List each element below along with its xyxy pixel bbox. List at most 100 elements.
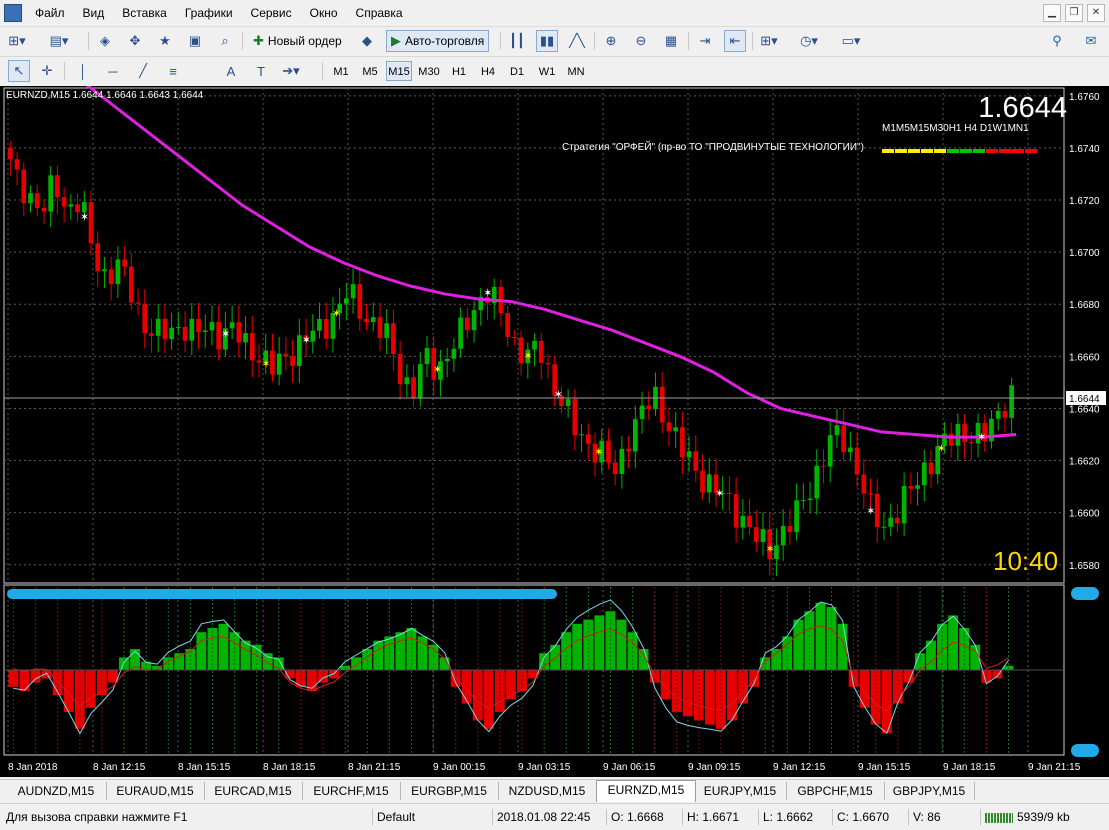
close-icon[interactable]: ✕ bbox=[1087, 4, 1105, 22]
candle-body bbox=[28, 193, 33, 204]
horizontal-line-icon[interactable]: ─ bbox=[102, 60, 124, 82]
tile-windows-icon[interactable]: ▦ bbox=[660, 30, 682, 52]
candle-body bbox=[619, 448, 625, 474]
menu-charts[interactable]: Графики bbox=[176, 0, 242, 26]
candle-body bbox=[807, 498, 813, 501]
tab-eurgbp[interactable]: EURGBP,M15 bbox=[400, 782, 499, 800]
signal-star-icon: ✶ bbox=[483, 286, 492, 299]
timeframe-mn[interactable]: MN bbox=[563, 61, 589, 81]
periods-icon[interactable]: ◷▾ bbox=[798, 30, 820, 52]
text-label-icon[interactable]: T bbox=[250, 60, 272, 82]
menu-tools[interactable]: Сервис bbox=[242, 0, 301, 26]
chart-shift-icon[interactable]: ⇤ bbox=[724, 30, 746, 52]
new-order-label: Новый ордер bbox=[267, 34, 342, 48]
redacted-indicator-label bbox=[7, 589, 557, 599]
tab-gbpchf[interactable]: GBPCHF,M15 bbox=[786, 782, 885, 800]
candle-body bbox=[1002, 410, 1008, 418]
auto-trading-button[interactable]: ▶ Авто-торговля bbox=[386, 30, 490, 52]
auto-trading-label: Авто-торговля bbox=[405, 34, 485, 48]
new-chart-icon[interactable]: ⊞▾ bbox=[6, 30, 28, 52]
metaeditor-icon[interactable]: ◆ bbox=[356, 30, 378, 52]
timeframe-m30[interactable]: M30 bbox=[416, 61, 442, 81]
templates-icon[interactable]: ▭▾ bbox=[840, 30, 862, 52]
menu-window[interactable]: Окно bbox=[301, 0, 347, 26]
oscillator-bar bbox=[19, 670, 30, 691]
candle-body bbox=[357, 284, 363, 319]
fibonacci-icon[interactable]: ≡ bbox=[162, 60, 184, 82]
vertical-line-icon[interactable]: │ bbox=[72, 60, 94, 82]
candle-body bbox=[780, 526, 786, 546]
strategy-signal-segment bbox=[973, 149, 985, 153]
strategy-tester-icon[interactable]: ⌕ bbox=[214, 30, 236, 52]
menu-view[interactable]: Вид bbox=[74, 0, 114, 26]
tab-euraud[interactable]: EURAUD,M15 bbox=[106, 782, 205, 800]
zoom-in-icon[interactable]: ⊕ bbox=[600, 30, 622, 52]
tab-eurjpy[interactable]: EURJPY,M15 bbox=[694, 782, 787, 800]
text-icon[interactable]: A bbox=[220, 60, 242, 82]
trendline-icon[interactable]: ╱ bbox=[132, 60, 154, 82]
crosshair-icon[interactable]: ✛ bbox=[36, 60, 58, 82]
candle-body bbox=[48, 175, 54, 212]
indicators-icon[interactable]: ⊞▾ bbox=[758, 30, 780, 52]
zoom-out-icon[interactable]: ⊖ bbox=[630, 30, 652, 52]
auto-scroll-icon[interactable]: ⇥ bbox=[694, 30, 716, 52]
profiles-icon[interactable]: ▤▾ bbox=[48, 30, 70, 52]
arrows-icon[interactable]: ➔▾ bbox=[280, 60, 302, 82]
bar-chart-icon[interactable]: ┃┃ bbox=[506, 30, 528, 52]
tab-eurcad[interactable]: EURCAD,M15 bbox=[204, 782, 303, 800]
status-help: Для вызова справки нажмите F1 bbox=[6, 810, 188, 824]
candle-body bbox=[162, 318, 168, 340]
tab-eurchf[interactable]: EURCHF,M15 bbox=[302, 782, 401, 800]
oscillator-bar bbox=[41, 670, 52, 679]
x-tick-label: 8 Jan 18:15 bbox=[263, 762, 316, 773]
menu-help[interactable]: Справка bbox=[347, 0, 412, 26]
chart-window[interactable]: 1.6760 1.6740 1.6720 1.6700 1.6680 1.6660 1.66… bbox=[0, 86, 1109, 777]
menu-file[interactable]: Файл bbox=[26, 0, 74, 26]
timeframe-m5[interactable]: M5 bbox=[357, 61, 383, 81]
restore-icon[interactable]: ❐ bbox=[1065, 4, 1083, 22]
oscillator-bar bbox=[373, 640, 384, 670]
tab-nzdusd[interactable]: NZDUSD,M15 bbox=[498, 782, 597, 800]
candle-body bbox=[861, 474, 867, 494]
oscillator-bar bbox=[550, 644, 561, 670]
timeframe-m1[interactable]: M1 bbox=[328, 61, 354, 81]
candle-body bbox=[209, 321, 215, 331]
candlestick-chart-icon[interactable]: ▮▮ bbox=[536, 30, 558, 52]
candle-body bbox=[659, 386, 665, 423]
terminal-icon[interactable]: ▣ bbox=[184, 30, 206, 52]
tab-eurnzd[interactable]: EURNZD,M15 bbox=[596, 780, 696, 802]
candle-body bbox=[364, 318, 369, 323]
candle-body bbox=[21, 169, 27, 204]
oscillator-bar bbox=[218, 623, 229, 670]
minimize-icon[interactable]: ▁ bbox=[1043, 4, 1061, 22]
search-icon[interactable]: ⚲ bbox=[1046, 30, 1068, 52]
candle-body bbox=[968, 442, 974, 444]
navigator-icon[interactable]: ★ bbox=[154, 30, 176, 52]
status-bar: Для вызова справки нажмите F1 Default 20… bbox=[0, 803, 1109, 830]
timeframe-d1[interactable]: D1 bbox=[504, 61, 530, 81]
timeframe-m15[interactable]: M15 bbox=[386, 61, 412, 81]
line-chart-icon[interactable]: ╱╲ bbox=[566, 30, 588, 52]
tab-gbpjpy[interactable]: GBPJPY,M15 bbox=[884, 782, 975, 800]
candle-body bbox=[686, 451, 692, 458]
chat-icon[interactable]: ✉ bbox=[1080, 30, 1102, 52]
market-watch-icon[interactable]: ◈ bbox=[94, 30, 116, 52]
oscillator-bar bbox=[660, 670, 671, 700]
timeframe-h4[interactable]: H4 bbox=[475, 61, 501, 81]
menu-insert[interactable]: Вставка bbox=[113, 0, 176, 26]
tab-audnzd[interactable]: AUDNZD,M15 bbox=[6, 782, 107, 800]
new-order-button[interactable]: ✚ Новый ордер bbox=[248, 30, 347, 52]
data-window-icon[interactable]: ✥ bbox=[124, 30, 146, 52]
timeframe-w1[interactable]: W1 bbox=[534, 61, 560, 81]
candle-body bbox=[243, 333, 248, 343]
candle-body bbox=[733, 494, 739, 528]
candle-body bbox=[727, 492, 732, 495]
timeframe-h1[interactable]: H1 bbox=[446, 61, 472, 81]
cursor-icon[interactable]: ↖ bbox=[8, 60, 30, 82]
new-order-icon: ✚ bbox=[253, 33, 264, 48]
signal-star-icon: ✶ bbox=[261, 357, 270, 370]
candle-body bbox=[196, 318, 201, 332]
candle-body bbox=[8, 147, 13, 160]
x-tick-label: 9 Jan 15:15 bbox=[858, 762, 911, 773]
signal-star-icon: ✶ bbox=[554, 388, 563, 401]
